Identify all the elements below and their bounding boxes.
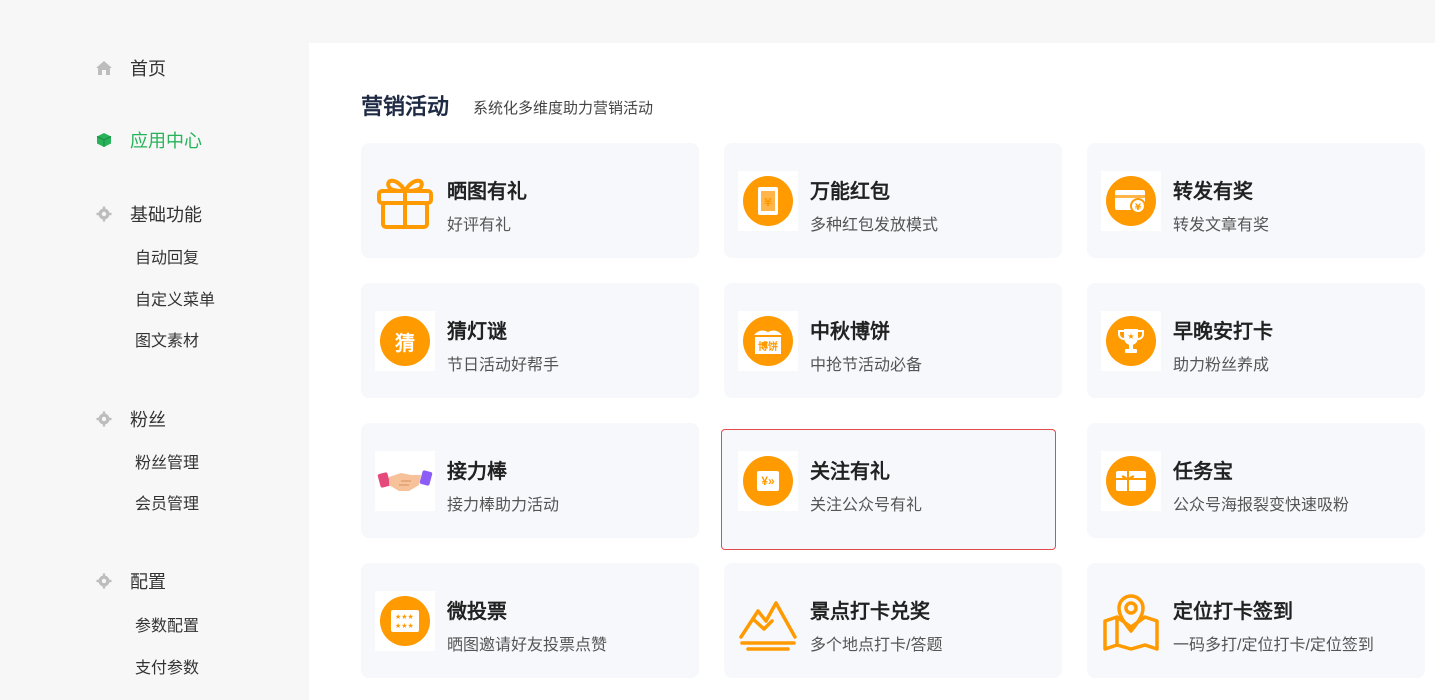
- cube-icon: [94, 130, 114, 150]
- svg-text:★★★: ★★★: [395, 622, 414, 630]
- card-title: 景点打卡兑奖: [810, 601, 930, 623]
- nav-sub-auto-reply[interactable]: 自动回复: [135, 248, 199, 270]
- nav-sub-member-manage[interactable]: 会员管理: [135, 494, 199, 516]
- card-desc: 一码多打/定位打卡/定位签到: [1173, 637, 1374, 654]
- home-icon: [94, 58, 114, 78]
- card-caidengmi[interactable]: 猜 猜灯谜 节日活动好帮手: [361, 283, 699, 398]
- nav-home[interactable]: 首页: [94, 56, 166, 80]
- card-title: 转发有奖: [1173, 181, 1253, 203]
- vote-icon: ★★★ ★★★: [375, 591, 435, 651]
- gift-icon: [375, 171, 435, 231]
- card-desc: 晒图邀请好友投票点赞: [447, 637, 608, 654]
- nav-fans-label: 粉丝: [130, 410, 166, 430]
- card-hongbao[interactable]: ¥ 万能红包 多种红包发放模式: [724, 143, 1062, 258]
- mountain-icon: [738, 591, 798, 651]
- nav-sub-payment[interactable]: 支付参数: [135, 658, 199, 680]
- nav-sub-custom-menu[interactable]: 自定义菜单: [135, 290, 215, 312]
- main-panel: 营销活动 系统化多维度助力营销活动 晒图有礼 好评有礼 ¥ 万能红包 多种红包发…: [309, 43, 1435, 700]
- gear-icon: [94, 409, 114, 429]
- bobing-icon: 博饼: [738, 311, 798, 371]
- card-renwubao[interactable]: 任务宝 公众号海报裂变快速吸粉: [1087, 423, 1425, 538]
- card-jielibang[interactable]: 接力棒 接力棒助力活动: [361, 423, 699, 538]
- card-title: 定位打卡签到: [1173, 601, 1293, 623]
- card-title: 万能红包: [810, 181, 890, 203]
- nav-basic-label: 基础功能: [130, 205, 202, 225]
- card-title: 任务宝: [1173, 461, 1233, 483]
- sidebar: 首页 应用中心 基础功能 自动回复 自定义菜单 图文素材 粉丝 粉丝管理 会员管…: [0, 0, 309, 700]
- page-title: 营销活动: [361, 94, 450, 119]
- trophy-icon: ★: [1101, 311, 1161, 371]
- svg-text:★★★: ★★★: [395, 613, 414, 621]
- nav-config[interactable]: 配置: [94, 569, 166, 593]
- card-shaitu[interactable]: 晒图有礼 好评有礼: [361, 143, 699, 258]
- svg-text:★: ★: [1127, 332, 1134, 341]
- card-desc: 多种红包发放模式: [810, 217, 939, 234]
- card-weitoupiao[interactable]: ★★★ ★★★ 微投票 晒图邀请好友投票点赞: [361, 563, 699, 678]
- svg-text:¥: ¥: [1135, 203, 1142, 213]
- card-title: 早晚安打卡: [1173, 321, 1273, 343]
- gear-icon: [94, 204, 114, 224]
- nav-config-label: 配置: [130, 572, 166, 592]
- card-desc: 转发文章有奖: [1173, 217, 1270, 234]
- nav-fans[interactable]: 粉丝: [94, 407, 166, 431]
- card-desc: 关注公众号有礼: [810, 497, 923, 514]
- card-desc: 中抢节活动必备: [810, 357, 923, 374]
- card-desc: 多个地点打卡/答题: [810, 637, 943, 654]
- task-gift-icon: [1101, 451, 1161, 511]
- red-envelope-icon: ¥: [738, 171, 798, 231]
- nav-sub-params[interactable]: 参数配置: [135, 616, 199, 638]
- page-subtitle: 系统化多维度助力营销活动: [473, 100, 654, 117]
- card-jingdian[interactable]: 景点打卡兑奖 多个地点打卡/答题: [724, 563, 1062, 678]
- card-title: 猜灯谜: [447, 321, 507, 343]
- guess-icon: 猜: [375, 311, 435, 371]
- gear-icon: [94, 571, 114, 591]
- card-zaowanan[interactable]: ★ 早晚安打卡 助力粉丝养成: [1087, 283, 1425, 398]
- handshake-icon: [375, 451, 435, 511]
- card-title: 接力棒: [447, 461, 507, 483]
- nav-app-center-label: 应用中心: [130, 131, 202, 151]
- card-title: 关注有礼: [810, 461, 890, 483]
- card-zhuanfa[interactable]: ¥ 转发有奖 转发文章有奖: [1087, 143, 1425, 258]
- card-title: 微投票: [447, 601, 507, 623]
- card-title: 中秋博饼: [810, 321, 890, 343]
- nav-sub-materials[interactable]: 图文素材: [135, 331, 199, 353]
- card-desc: 助力粉丝养成: [1173, 357, 1270, 374]
- card-guanzhu[interactable]: ¥» 关注有礼 关注公众号有礼: [722, 430, 1055, 549]
- card-desc: 节日活动好帮手: [447, 357, 560, 374]
- card-desc: 好评有礼: [447, 217, 512, 234]
- card-dingwei[interactable]: 定位打卡签到 一码多打/定位打卡/定位签到: [1087, 563, 1425, 678]
- location-map-icon: [1101, 591, 1161, 651]
- svg-text:¥: ¥: [764, 196, 772, 209]
- nav-app-center[interactable]: 应用中心: [94, 128, 202, 152]
- card-desc: 接力棒助力活动: [447, 497, 560, 514]
- nav-basic[interactable]: 基础功能: [94, 202, 202, 226]
- follow-gift-icon: ¥»: [738, 451, 798, 511]
- card-title: 晒图有礼: [447, 181, 527, 203]
- card-bobing[interactable]: 博饼 中秋博饼 中抢节活动必备: [724, 283, 1062, 398]
- nav-home-label: 首页: [130, 59, 166, 79]
- nav-sub-fans-manage[interactable]: 粉丝管理: [135, 453, 199, 475]
- card-desc: 公众号海报裂变快速吸粉: [1173, 497, 1350, 514]
- card-coin-icon: ¥: [1101, 171, 1161, 231]
